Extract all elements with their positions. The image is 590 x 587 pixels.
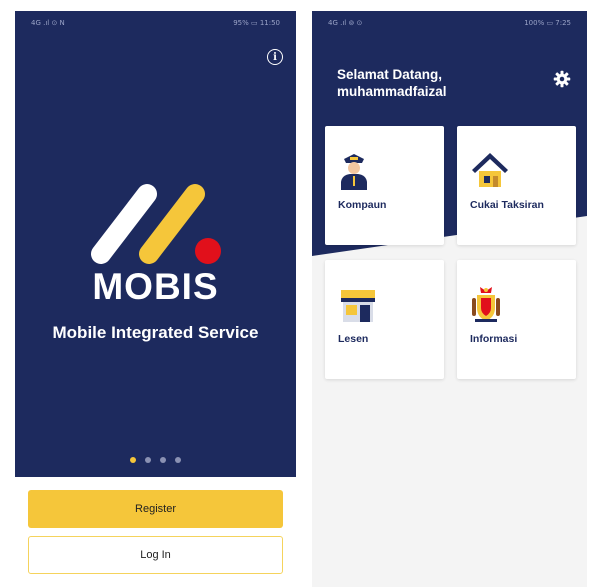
tile-label: Cukai Taksiran bbox=[470, 199, 544, 211]
tile-label: Lesen bbox=[338, 333, 369, 345]
tile-lesen[interactable]: Lesen bbox=[325, 260, 444, 379]
tile-label: Kompaun bbox=[338, 199, 387, 211]
status-icons-left: 4G .ıl ⊙ N bbox=[31, 19, 65, 27]
brand-name: MOBIS bbox=[92, 266, 219, 307]
info-icon[interactable]: i bbox=[267, 49, 283, 65]
status-bar: 4G .ıl ⊚ ⊙ 100% ▭ 7:25 bbox=[312, 11, 587, 35]
status-icons-right: 100% ▭ 7:25 bbox=[524, 19, 571, 27]
tile-cukai-taksiran[interactable]: Cukai Taksiran bbox=[457, 126, 576, 245]
carousel-dot-1[interactable] bbox=[130, 457, 136, 463]
gear-icon[interactable] bbox=[553, 70, 571, 88]
login-button[interactable]: Log In bbox=[28, 536, 283, 574]
house-icon bbox=[472, 153, 508, 187]
splash-screen: 4G .ıl ⊙ N 95% ▭ 11:50 i MOBIS Mobile In… bbox=[15, 11, 296, 587]
status-bar: 4G .ıl ⊙ N 95% ▭ 11:50 bbox=[15, 11, 296, 35]
carousel-indicator bbox=[15, 457, 296, 463]
welcome-greeting: Selamat Datang, bbox=[337, 67, 443, 82]
brand-tagline: Mobile Integrated Service bbox=[52, 323, 259, 342]
home-screen: 4G .ıl ⊚ ⊙ 100% ▭ 7:25 Selamat Datang, m… bbox=[312, 11, 587, 587]
mobis-logo-icon bbox=[91, 184, 221, 264]
tile-kompaun[interactable]: Kompaun bbox=[325, 126, 444, 245]
tile-informasi[interactable]: Informasi bbox=[457, 260, 576, 379]
tile-label: Informasi bbox=[470, 333, 518, 345]
splash-panel: 4G .ıl ⊙ N 95% ▭ 11:50 i MOBIS Mobile In… bbox=[15, 11, 296, 477]
carousel-dot-3[interactable] bbox=[160, 457, 166, 463]
status-icons-left: 4G .ıl ⊚ ⊙ bbox=[328, 19, 363, 27]
carousel-dot-4[interactable] bbox=[175, 457, 181, 463]
officer-icon bbox=[341, 154, 367, 190]
crest-icon bbox=[472, 287, 500, 322]
shop-icon bbox=[341, 290, 375, 322]
screenshot-canvas: 4G .ıl ⊙ N 95% ▭ 11:50 i MOBIS Mobile In… bbox=[0, 0, 590, 587]
status-icons-right: 95% ▭ 11:50 bbox=[233, 19, 280, 27]
welcome-message: Selamat Datang, muhammadfaizal bbox=[337, 66, 447, 100]
welcome-username: muhammadfaizal bbox=[337, 84, 447, 99]
register-button[interactable]: Register bbox=[28, 490, 283, 528]
carousel-dot-2[interactable] bbox=[145, 457, 151, 463]
